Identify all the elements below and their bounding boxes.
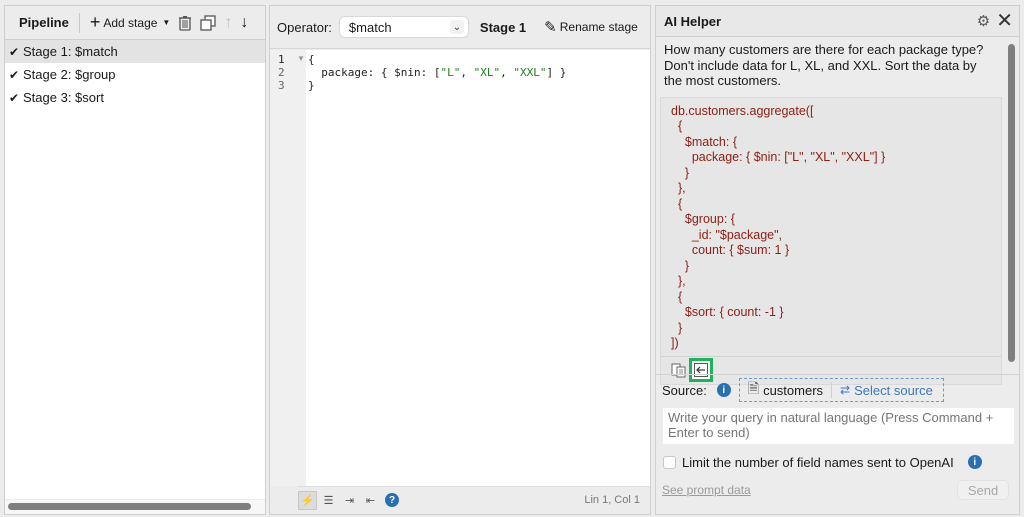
delete-stage-button[interactable] (178, 15, 192, 31)
dropdown-caret-icon: ▼ (162, 18, 171, 27)
ai-helper-title: AI Helper (664, 13, 722, 29)
pencil-icon: ✎ (544, 19, 557, 36)
move-up-button[interactable]: ↑ (224, 14, 232, 32)
fold-toggle-icon[interactable]: ▼ (297, 54, 305, 63)
stage-label: Stage 3: $sort (23, 90, 104, 105)
divider (831, 382, 833, 398)
code-line: { (308, 53, 315, 66)
pipeline-title: Pipeline (19, 15, 69, 30)
ai-helper-header: AI Helper ⚙ ✕ (656, 6, 1019, 37)
limit-fields-label: Limit the number of field names sent to … (682, 454, 954, 470)
gear-icon[interactable]: ⚙ (977, 12, 990, 30)
source-row: Source: i 🗎 customers ⇄ Select source (656, 375, 1019, 405)
text-lines-icon: ☰ (323, 494, 334, 507)
stage-editor-panel: Operator: $match ⌄ Stage 1 ✎ Rename stag… (269, 5, 651, 515)
outdent-icon: ⇤ (365, 494, 376, 507)
stage-label: Stage 1: $match (23, 44, 118, 59)
arrow-up-icon: ↑ (224, 13, 233, 31)
limit-fields-checkbox[interactable] (663, 455, 676, 469)
footer-row: See prompt data Send (656, 476, 1019, 504)
limit-fields-row: Limit the number of field names sent to … (656, 448, 1019, 476)
operator-select[interactable]: $match ⌄ (339, 17, 468, 37)
chat-area: How many customers are there for each pa… (656, 38, 1006, 385)
code-text: package: { $nin: [ (308, 66, 441, 79)
line-number: 3 (278, 79, 285, 92)
add-stage-label: Add stage (103, 15, 158, 30)
close-icon[interactable]: ✕ (996, 11, 1013, 31)
line-number: 2 (278, 66, 285, 79)
vertical-scrollbar[interactable] (1008, 44, 1015, 362)
plus-icon: + (89, 12, 101, 32)
indent-icon: ⇥ (344, 494, 355, 507)
code-line: package: { $nin: ["L", "XL", "XXL"] } (308, 66, 566, 79)
code-editor[interactable]: 1 2 3 ▼ { package: { $nin: ["L", "XL", "… (270, 50, 650, 486)
code-string: "XL" (473, 66, 501, 79)
code-string: "L" (440, 66, 461, 79)
code-line: } (308, 79, 315, 92)
editor-statusbar: ⚡ ☰ ⇥ ⇤ ? Lin 1, Col 1 (298, 486, 650, 513)
ai-helper-panel: AI Helper ⚙ ✕ How many customers are the… (655, 5, 1020, 515)
toolbar-divider (78, 12, 80, 33)
format-code-button[interactable]: ⚡ (298, 490, 317, 510)
checkmark-icon[interactable]: ✔ (7, 91, 21, 105)
stage-list: ✔ Stage 1: $match ✔ Stage 2: $group ✔ St… (5, 40, 265, 109)
swap-arrows-icon: ⇄ (840, 383, 851, 397)
line-gutter: 1 2 3 (270, 50, 306, 486)
code-string: "XXL" (513, 66, 547, 79)
stage-item[interactable]: ✔ Stage 2: $group (5, 63, 265, 86)
code-content[interactable]: { package: { $nin: ["L", "XL", "XXL"] } … (308, 53, 566, 92)
response-code: db.customers.aggregate([ { $match: { pac… (671, 103, 886, 351)
stage-label: Stage 2: $group (23, 67, 116, 82)
help-icon[interactable]: ? (385, 493, 399, 507)
info-icon[interactable]: i (967, 455, 982, 469)
rename-stage-button[interactable]: ✎ Rename stage (544, 18, 638, 36)
rename-stage-label: Rename stage (559, 20, 638, 34)
format-icon: ⚡ (300, 494, 315, 507)
select-source-link[interactable]: Select source (854, 383, 933, 398)
duplicate-stage-button[interactable] (200, 14, 216, 31)
pipeline-panel: Pipeline + Add stage ▼ ↑ ↓ ✔ Stage 1: $m… (4, 5, 266, 515)
info-icon[interactable]: i (716, 383, 731, 397)
stage-name: Stage 1 (479, 19, 527, 35)
outdent-button[interactable]: ⇤ (361, 491, 380, 510)
query-area: Source: i 🗎 customers ⇄ Select source Li… (656, 374, 1019, 514)
add-stage-button[interactable]: + Add stage ▼ (90, 12, 170, 33)
cursor-position: Lin 1, Col 1 (584, 494, 640, 506)
code-text: , (460, 66, 474, 79)
indent-button[interactable]: ⇥ (340, 491, 359, 510)
pipeline-toolbar: Pipeline + Add stage ▼ ↑ ↓ (5, 6, 265, 40)
duplicate-icon (200, 14, 216, 31)
source-label: Source: (662, 382, 707, 398)
arrow-down-icon: ↓ (240, 13, 249, 31)
source-collection: customers (763, 382, 824, 398)
move-down-button[interactable]: ↓ (240, 14, 248, 32)
code-text: , (500, 66, 514, 79)
checkmark-icon[interactable]: ✔ (7, 68, 21, 82)
operator-value: $match (348, 19, 392, 35)
natural-language-query-input[interactable] (662, 407, 1015, 445)
ai-response: db.customers.aggregate([ { $match: { pac… (660, 96, 1002, 385)
trash-icon (179, 15, 192, 31)
chevron-down-icon: ⌄ (449, 20, 464, 34)
horizontal-scrollbar[interactable] (8, 503, 251, 510)
see-prompt-data-link[interactable]: See prompt data (662, 483, 751, 497)
checkmark-icon[interactable]: ✔ (7, 45, 21, 59)
source-selector[interactable]: 🗎 customers ⇄ Select source (738, 378, 944, 402)
stage-item[interactable]: ✔ Stage 1: $match (5, 40, 265, 63)
wrap-text-button[interactable]: ☰ (319, 491, 338, 510)
stage-item[interactable]: ✔ Stage 3: $sort (5, 86, 265, 109)
operator-bar: Operator: $match ⌄ Stage 1 ✎ Rename stag… (270, 6, 650, 49)
operator-label: Operator: (277, 19, 332, 35)
collection-icon: 🗎 (747, 380, 760, 396)
code-text: ] } (546, 66, 567, 79)
user-prompt: How many customers are there for each pa… (664, 42, 984, 88)
send-button[interactable]: Send (957, 480, 1009, 500)
